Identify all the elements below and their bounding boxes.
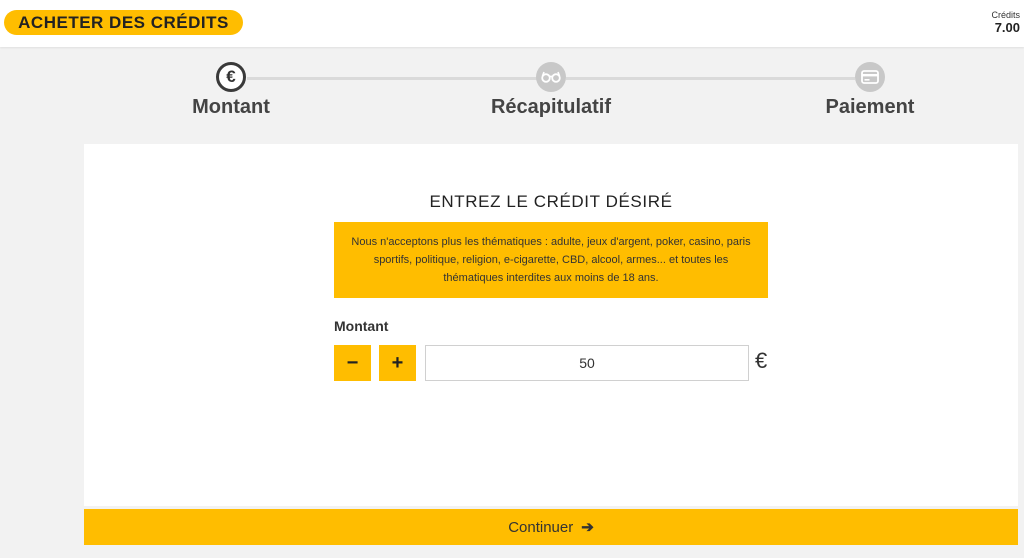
credits-balance: Crédits 7.00 [991, 10, 1020, 35]
credits-value: 7.00 [994, 20, 1020, 35]
increment-button[interactable]: + [379, 345, 416, 381]
step-label-paiement: Paiement [825, 96, 915, 118]
top-bar: ACHETER DES CRÉDITS Crédits 7.00 [0, 0, 1024, 47]
step-connector [247, 77, 537, 80]
progress-stepper: € Montant Récapitulatif Paiement [0, 60, 1024, 130]
currency-symbol: € [755, 348, 768, 373]
step-connector [566, 77, 855, 80]
amount-label: Montant [334, 318, 389, 334]
credits-label: Crédits [991, 10, 1020, 20]
step-label-montant: Montant [192, 96, 270, 118]
step-1-euro-icon: € [216, 62, 246, 92]
continue-button[interactable]: Continuer ➔ [84, 509, 1018, 545]
warning-notice: Nous n'acceptons plus les thématiques : … [334, 222, 768, 298]
credit-card-icon [855, 62, 885, 92]
amount-card: ENTREZ LE CRÉDIT DÉSIRÉ Nous n'acceptons… [84, 144, 1018, 506]
section-title: ENTREZ LE CRÉDIT DÉSIRÉ [429, 192, 673, 211]
arrow-right-icon: ➔ [581, 519, 594, 536]
glasses-icon [536, 62, 566, 92]
page-title: ACHETER DES CRÉDITS [4, 10, 243, 35]
amount-input[interactable] [425, 345, 749, 381]
euro-icon: € [226, 67, 236, 86]
step-label-recapitulatif: Récapitulatif [490, 96, 612, 118]
decrement-button[interactable]: − [334, 345, 371, 381]
continue-label: Continuer [508, 518, 574, 536]
